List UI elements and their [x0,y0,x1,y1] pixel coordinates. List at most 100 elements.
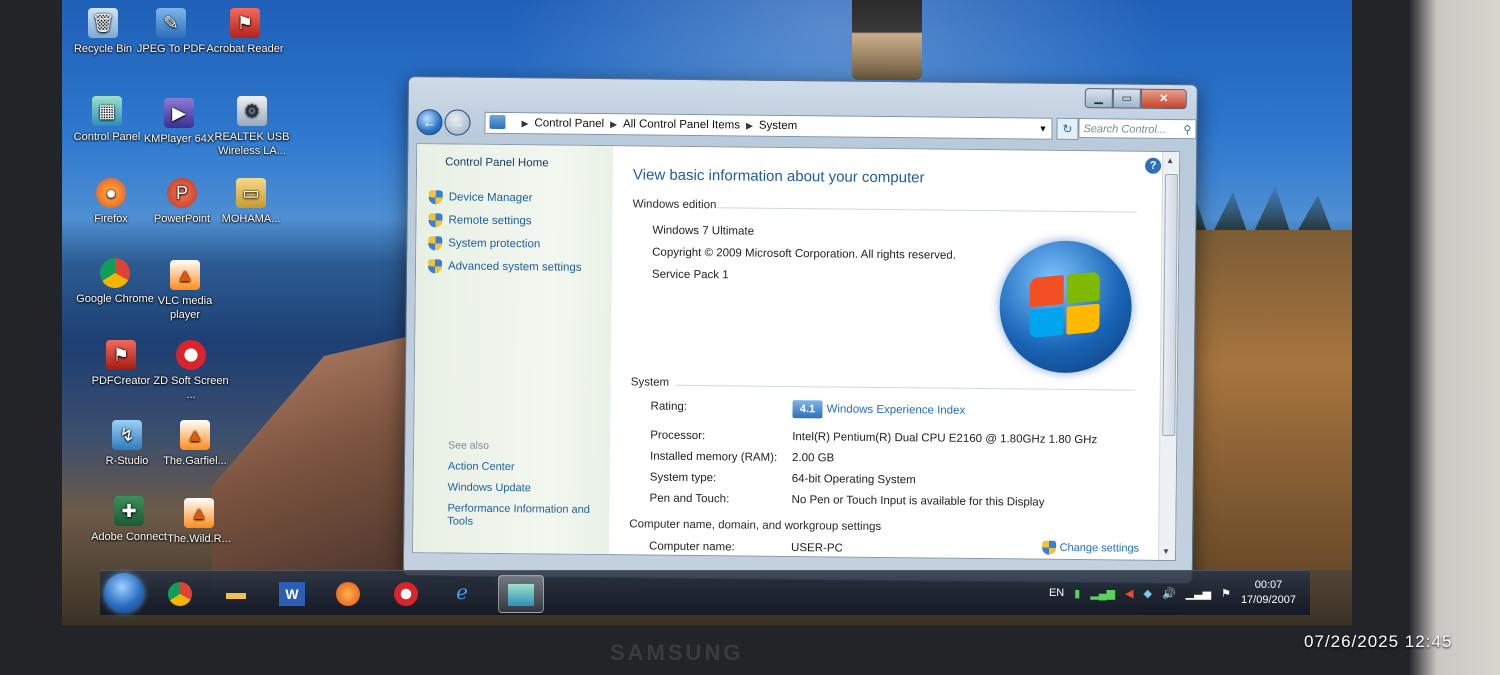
rating-badge: 4.1 [792,400,823,419]
control-panel-home-link[interactable]: Control Panel Home [445,156,549,169]
zd-soft-icon [176,340,206,370]
performance-information-link[interactable]: Performance Information and Tools [447,502,607,530]
see-also-heading: See also [448,439,490,452]
desktop-icon-label: PDFCreator [91,375,151,387]
taskbar-explorer[interactable]: ▬ [214,575,258,611]
wallpaper-field [1182,230,1352,570]
breadcrumb-item-all-items[interactable]: All Control Panel Items [623,114,740,135]
desktop-icon-label: The.Wild.R... [167,533,231,545]
pen-touch-value: No Pen or Touch Input is available for t… [791,494,1045,509]
desktop-icon-kmplayer[interactable]: ▶ KMPlayer 64X [138,98,220,146]
chrome-icon [100,258,130,288]
start-button[interactable] [104,573,144,613]
chevron-down-icon[interactable]: ▼ [1038,119,1048,139]
desktop-icon-realtek[interactable]: ⚙ REALTEK USB Wireless LA... [210,96,294,158]
maximize-button[interactable]: ▭ [1112,88,1141,109]
scroll-up-icon[interactable]: ▲ [1166,156,1174,165]
taskbar: ▬ W ℯ EN ▮ ▂▄▆ ◀ ◆ 🔊 ▁▃▅ ⚑ 00:07 17/09/2… [100,570,1310,615]
firefox-icon: ● [96,178,126,208]
forward-button[interactable]: → [444,109,471,136]
taskbar-word[interactable]: W [270,575,314,611]
flag-icon[interactable]: ◀ [1125,587,1133,600]
desktop-icon-vlc[interactable]: ▲ VLC media player [144,260,226,322]
system-heading: System [630,376,670,389]
windows-experience-index[interactable]: 4.1 Windows Experience Index [792,400,965,420]
windows-experience-index-link[interactable]: Windows Experience Index [826,403,965,416]
kmplayer-icon: ▶ [164,98,194,128]
remote-settings-link[interactable]: Remote settings [428,213,532,228]
scrollbar-thumb[interactable] [1162,173,1179,437]
desktop-icon-control-panel[interactable]: ▦ Control Panel [66,96,148,144]
vlc-icon: ▲ [170,260,200,290]
r-studio-icon: ↯ [112,420,142,450]
windows-edition-heading: Windows edition [632,198,717,212]
vertical-scrollbar[interactable]: ▲ ▼ [1157,151,1180,561]
breadcrumb-arrow-icon: ▶ [521,118,529,129]
wallpaper-lighthouse [852,0,922,80]
control-panel-icon [489,114,506,130]
link-label: Remote settings [448,214,532,228]
device-manager-link[interactable]: Device Manager [428,190,533,205]
close-button[interactable]: ✕ [1140,88,1187,110]
processor-label: Processor: [650,429,706,443]
taskbar-firefox[interactable] [326,575,370,611]
action-center-link[interactable]: Action Center [448,460,608,475]
powerpoint-icon: P [167,178,197,208]
desktop-icon-label: Control Panel [73,131,141,143]
help-icon[interactable]: ? [1145,157,1162,174]
section-divider [674,384,1135,391]
address-bar[interactable]: ▶ Control Panel ▶ All Control Panel Item… [484,111,1053,140]
chrome-icon [168,581,192,606]
windows-update-link[interactable]: Windows Update [448,481,608,496]
control-panel-icon [508,583,534,606]
scroll-down-icon[interactable]: ▼ [1162,547,1170,556]
network-icon[interactable]: ▮ [1074,587,1080,600]
acrobat-icon: ⚑ [230,8,260,38]
desktop-icon-jpeg-to-pdf[interactable]: ✎ JPEG To PDF [130,8,212,56]
firefox-icon [336,581,360,606]
taskbar-chrome[interactable] [158,575,202,611]
desktop-icon-acrobat-reader[interactable]: ⚑ Acrobat Reader [205,8,285,56]
desktop-icon-firefox[interactable]: ● Firefox [70,178,152,226]
desktop-icon-label: The.Garfiel... [163,455,227,467]
tray-app-icon[interactable]: ◆ [1144,587,1152,600]
signal-icon[interactable]: ▂▄▆ [1090,587,1115,600]
desktop-icon-label: R-Studio [105,455,149,467]
volume-icon[interactable]: 🔊 [1162,587,1176,600]
vlc-file-icon: ▲ [180,420,210,450]
taskbar-zd-soft[interactable] [384,575,428,611]
breadcrumb-item-system[interactable]: System [759,116,798,136]
language-indicator[interactable]: EN [1049,587,1064,599]
vlc-file-icon: ▲ [184,498,214,528]
computer-name-heading: Computer name, domain, and workgroup set… [629,518,882,533]
minimize-button[interactable]: ▁ [1084,88,1113,109]
breadcrumb-item-control-panel[interactable]: Control Panel [534,113,604,134]
system-protection-link[interactable]: System protection [428,236,540,251]
taskbar-internet-explorer[interactable]: ℯ [440,575,484,611]
recycle-bin-icon: 🗑 [88,8,118,38]
breadcrumb: ▶ Control Panel ▶ All Control Panel Item… [521,113,797,136]
desktop-icon-garfield-video[interactable]: ▲ The.Garfiel... [154,420,236,468]
desktop-icon-mohama-folder[interactable]: ▭ MOHAMA... [210,178,292,226]
back-button[interactable]: ← [416,109,443,136]
change-settings-link[interactable]: Change settings [1041,540,1140,556]
desktop-icon-wild-robot-video[interactable]: ▲ The.Wild.R... [158,498,240,546]
background-wall [1410,0,1500,675]
folder-icon: ▭ [236,178,266,208]
search-input[interactable]: Search Control... ⚲ [1078,118,1197,140]
advanced-system-settings-link[interactable]: Advanced system settings [427,259,582,275]
adobe-connect-icon: ✚ [114,496,144,526]
shield-icon [427,259,443,274]
search-icon[interactable]: ⚲ [1183,120,1191,140]
action-center-icon[interactable]: ⚑ [1221,587,1231,600]
refresh-button[interactable]: ↻ [1056,117,1079,141]
desktop-icon-label: VLC media player [157,295,213,321]
taskbar-control-panel[interactable] [498,575,544,613]
desktop-icon-label: KMPlayer 64X [143,133,215,145]
rating-label: Rating: [650,400,688,413]
wifi-icon[interactable]: ▁▃▅ [1186,587,1211,600]
desktop-icon-zd-soft[interactable]: ZD Soft Screen ... [150,340,232,402]
clock[interactable]: 00:07 17/09/2007 [1241,578,1296,608]
desktop-icon-label: Firefox [94,213,128,225]
desktop-icon-label: Google Chrome [76,293,154,305]
